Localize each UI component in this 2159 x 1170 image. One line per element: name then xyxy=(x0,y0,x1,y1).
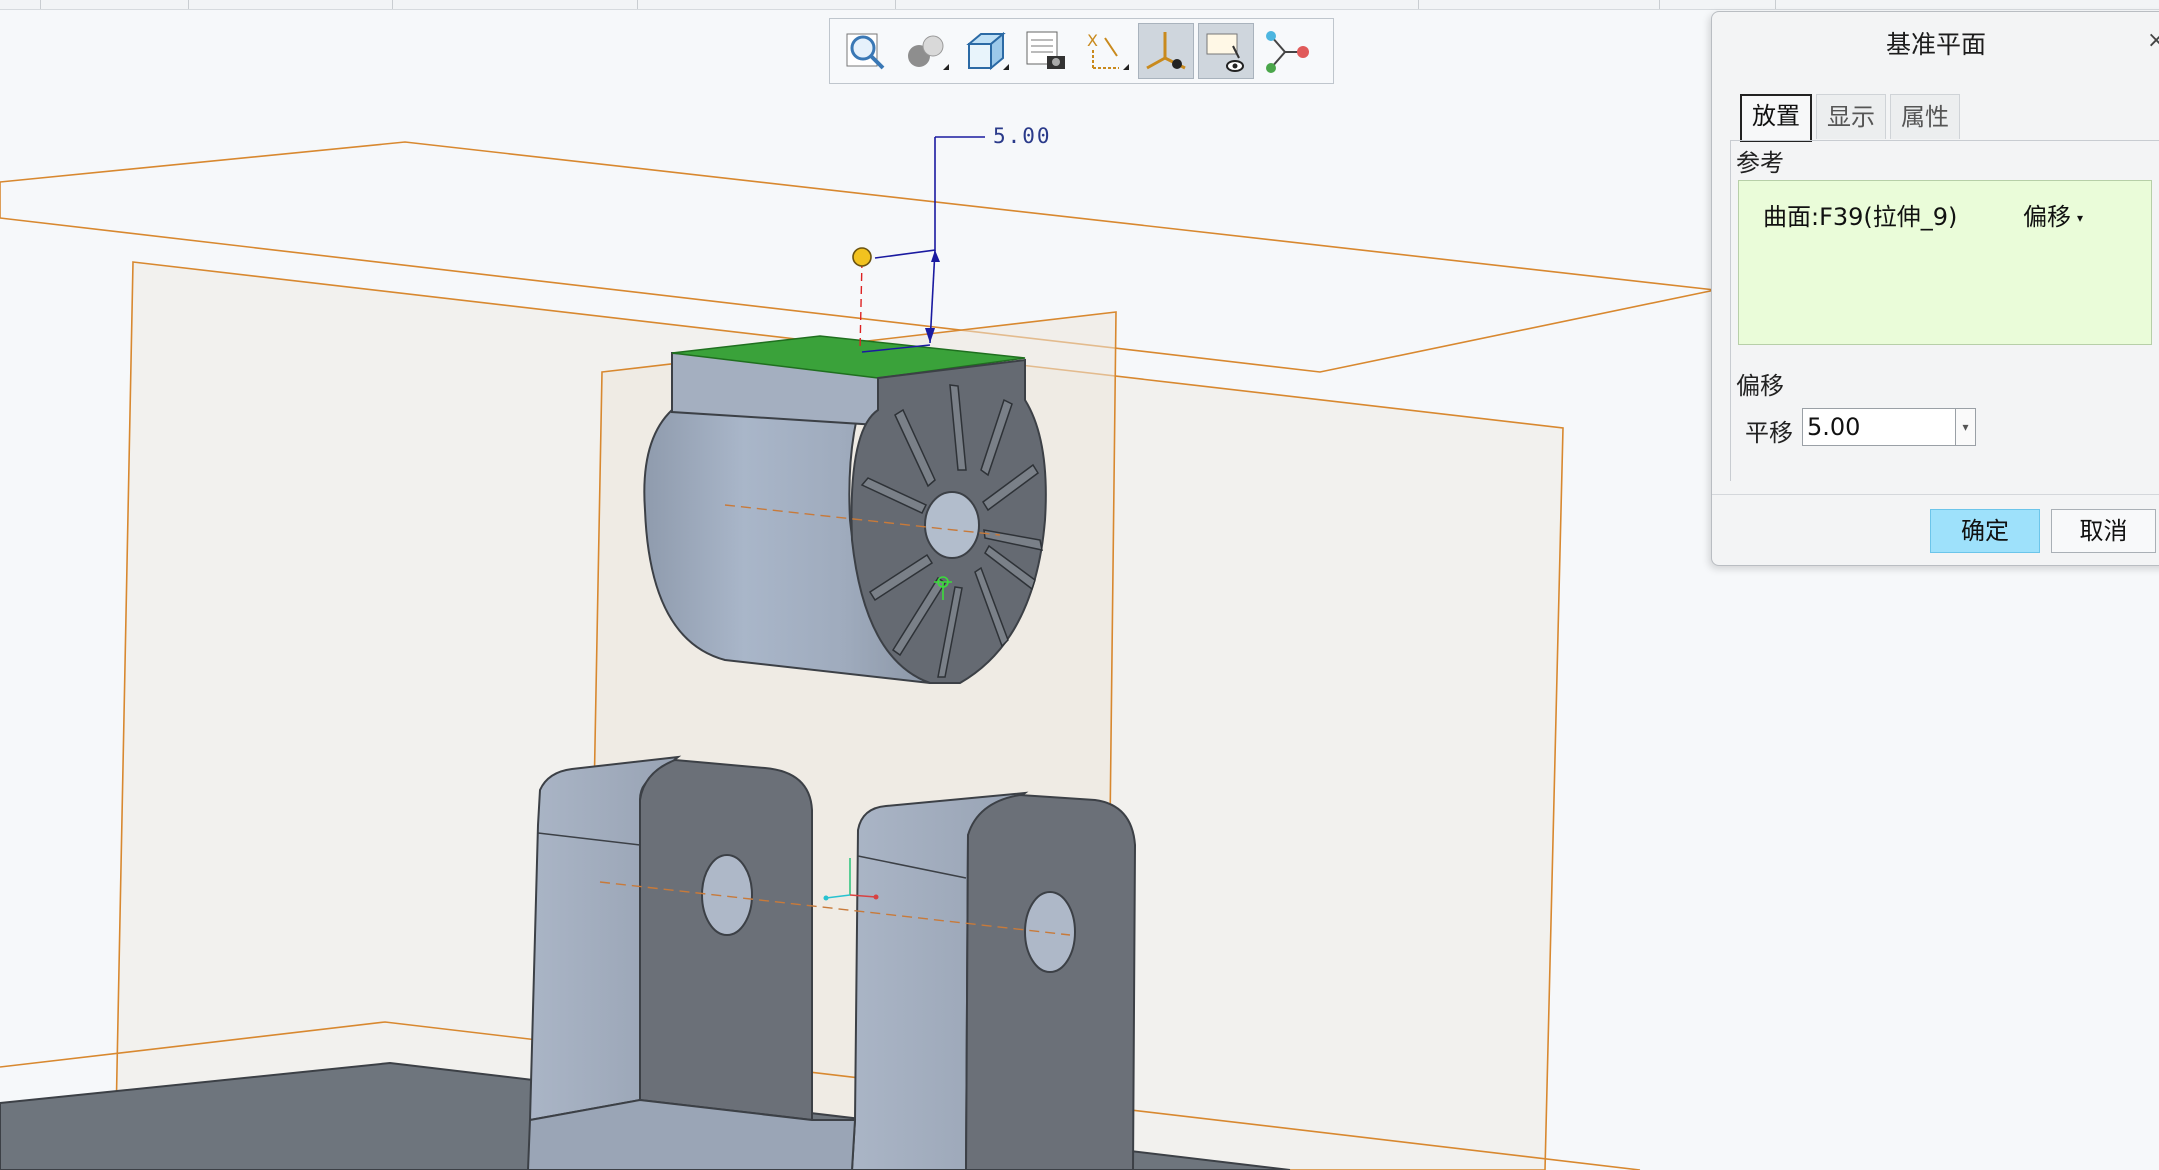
bracket-left-front[interactable] xyxy=(639,758,813,1122)
bracket-right-front[interactable] xyxy=(964,793,1137,1170)
view-manager-button[interactable] xyxy=(1198,23,1254,79)
spheres-icon xyxy=(908,35,949,70)
dialog-tabs: 放置 显示 属性 xyxy=(1740,94,1964,142)
view-camera-icon xyxy=(1026,31,1065,69)
references-label: 参考 xyxy=(1736,149,1784,177)
ok-button[interactable]: 确定 xyxy=(1930,509,2040,553)
refit-button[interactable] xyxy=(838,23,894,79)
datum-plane-dialog: 基准平面 × 放置 显示 属性 参考 曲面:F39(拉伸_9) 偏移 ▾ 偏移 平… xyxy=(1711,11,2159,566)
graphics-window[interactable]: 5.00 X 基准平面 × 放置 显示 属性 参考 曲面:F39(拉伸_9) 偏… xyxy=(0,0,2159,1170)
appearance-button[interactable] xyxy=(898,23,954,79)
cylinder-bore[interactable] xyxy=(924,491,980,559)
references-collector[interactable]: 曲面:F39(拉伸_9) 偏移 ▾ xyxy=(1738,180,2152,345)
svg-text:X: X xyxy=(1087,31,1098,50)
cube-icon xyxy=(966,31,1009,71)
annotation-display-button[interactable]: X xyxy=(1078,23,1134,79)
close-icon[interactable]: × xyxy=(2147,28,2159,53)
saved-views-button[interactable] xyxy=(1018,23,1074,79)
graphics-toolbar: X xyxy=(829,18,1334,84)
offset-section-label: 偏移 xyxy=(1736,372,1784,400)
bracket-hole-right[interactable] xyxy=(1024,891,1076,973)
magnifier-icon xyxy=(846,33,885,70)
dialog-title: 基准平面 xyxy=(1885,30,1986,59)
bracket-hole-left[interactable] xyxy=(701,854,753,936)
cancel-button[interactable]: 取消 xyxy=(2051,509,2156,553)
constraint-label: 偏移 xyxy=(2023,203,2071,231)
datum-display-button[interactable] xyxy=(1138,23,1194,79)
spin-center-button[interactable] xyxy=(1258,23,1314,79)
reference-item[interactable]: 曲面:F39(拉伸_9) xyxy=(1763,197,1957,232)
tab-display[interactable]: 显示 xyxy=(1816,94,1886,139)
tab-placement[interactable]: 放置 xyxy=(1740,94,1812,142)
dialog-separator xyxy=(1712,494,2159,495)
reference-constraint-dropdown[interactable]: 偏移 ▾ xyxy=(2023,197,2083,232)
view-manager-icon xyxy=(1206,33,1244,72)
display-style-button[interactable] xyxy=(958,23,1014,79)
annotation-icon: X xyxy=(1087,31,1129,70)
dimension-value[interactable]: 5.00 xyxy=(993,124,1052,148)
chevron-down-icon: ▾ xyxy=(2077,211,2084,225)
network-icon xyxy=(1266,31,1309,73)
translation-dropdown[interactable]: ▾ xyxy=(1956,408,1976,446)
drag-handle xyxy=(852,247,872,267)
translation-input[interactable]: 5.00 xyxy=(1802,408,1956,446)
datum-axes-icon xyxy=(1146,32,1186,70)
tab-properties[interactable]: 属性 xyxy=(1890,94,1960,139)
translation-label: 平移 xyxy=(1745,419,1793,447)
